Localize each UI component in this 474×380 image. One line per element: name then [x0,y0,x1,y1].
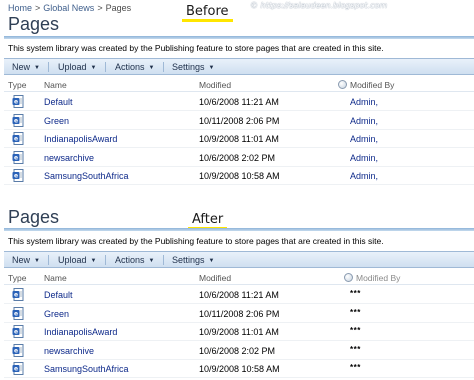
header-rule [4,284,474,285]
table-row[interactable]: e IndianapolisAward 10/9/2008 11:01 AM *** [4,323,474,341]
actions-label: Actions [115,255,145,265]
toolbar-divider [163,255,164,265]
column-header-modified[interactable]: Modified [199,273,231,283]
page-title: Pages [8,207,60,227]
modified-date: 10/11/2008 2:06 PM [199,308,280,319]
new-label: New [12,255,31,265]
page-name-link[interactable]: IndianapolisAward [44,327,117,337]
aspx-page-icon: e [12,362,25,375]
settings-label: Settings [172,255,205,265]
svg-text:e: e [14,366,18,373]
aspx-page-icon: e [12,325,25,338]
presence-icon [344,273,353,282]
chevron-down-icon: ▼ [34,258,40,264]
modified-date: 10/9/2008 11:01 AM [199,327,279,337]
upload-label: Upload [58,255,87,265]
column-header-modified-by[interactable]: Modified By [344,273,400,283]
after-section: Pages This system library was created by… [4,0,474,380]
chevron-down-icon: ▼ [208,258,215,264]
svg-text:e: e [14,310,18,317]
settings-button[interactable]: Settings ▼ [172,255,214,265]
aspx-page-icon: e [12,343,25,357]
page-name-link[interactable]: Default [44,290,73,300]
toolbar-divider [48,255,49,265]
upload-button[interactable]: Upload ▼ [58,255,96,265]
modified-date: 10/6/2008 11:21 AM [199,290,279,300]
chevron-down-icon: ▼ [90,258,97,264]
svg-text:e: e [14,292,18,299]
modified-by: *** [350,289,361,298]
chevron-down-icon: ▼ [148,258,155,264]
title-rule [4,228,474,231]
list-toolbar: New ▼ Upload ▼ Actions ▼ Settings ▼ [4,251,474,268]
table-row[interactable]: e SamsungSouthAfrica 10/9/2008 10:58 AM *** [4,360,474,378]
actions-button[interactable]: Actions ▼ [115,255,154,265]
aspx-page-icon: e [12,288,25,301]
table-row[interactable]: e Default 10/6/2008 11:21 AM *** [4,286,474,304]
modified-by: *** [350,307,361,317]
page-name-link[interactable]: Green [44,309,69,319]
modified-date: 10/9/2008 10:58 AM [199,364,280,374]
library-description: This system library was created by the P… [8,236,384,246]
modified-by: *** [350,344,361,354]
new-button[interactable]: New ▼ [12,255,40,265]
svg-text:e: e [14,347,18,354]
column-header-type: Type [8,273,27,283]
table-row[interactable]: e newsarchive 10/6/2008 2:02 PM *** [4,342,474,360]
toolbar-divider [105,255,106,265]
page-name-link[interactable]: newsarchive [44,346,94,356]
modified-date: 10/6/2008 2:02 PM [199,345,276,356]
column-header-modified-by-label: Modified By [356,273,401,283]
page-name-link[interactable]: SamsungSouthAfrica [44,364,129,374]
svg-text:e: e [14,329,18,336]
table-row[interactable]: e Green 10/11/2008 2:06 PM *** [4,305,474,323]
column-header-name[interactable]: Name [44,273,67,283]
aspx-page-icon: e [12,306,25,320]
modified-by: *** [350,326,361,335]
modified-by: *** [350,363,361,372]
